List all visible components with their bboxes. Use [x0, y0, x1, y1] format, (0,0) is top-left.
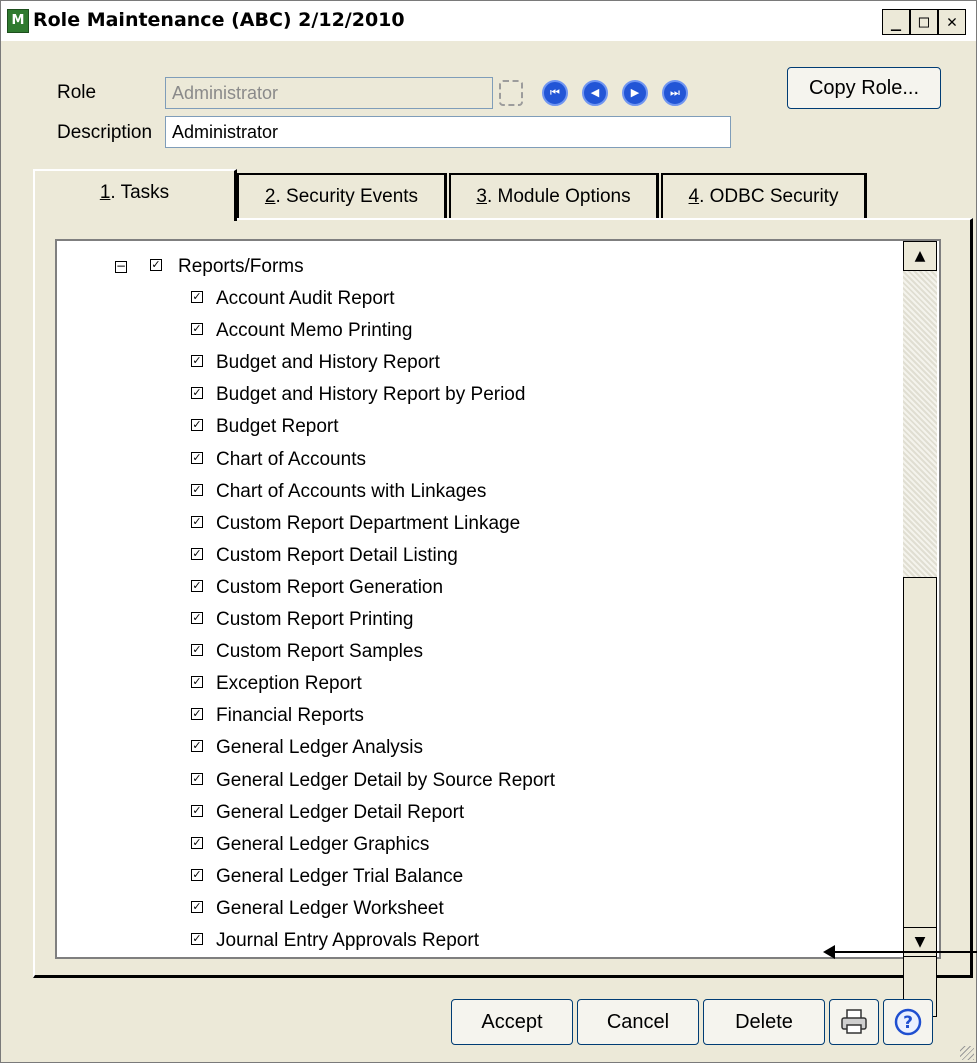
- tree-item-label: Custom Report Detail Listing: [216, 544, 458, 566]
- tab-security-events-hotkey: 2: [264, 186, 276, 207]
- vertical-scrollbar[interactable]: ▲ ▼: [903, 241, 937, 1017]
- checkbox-icon[interactable]: ✓: [191, 804, 203, 817]
- description-label: Description: [57, 122, 153, 143]
- accept-label: Accept: [481, 1011, 543, 1033]
- tree-item-label: Account Audit Report: [216, 288, 395, 309]
- checkbox-icon[interactable]: ✓: [191, 644, 203, 657]
- last-record-icon[interactable]: ⏭: [662, 80, 688, 106]
- first-record-icon[interactable]: ⏮: [542, 80, 568, 106]
- tab-security-events-label: . Security Events: [275, 186, 419, 207]
- tab-tasks[interactable]: 1. Tasks: [33, 169, 237, 221]
- cancel-label: Cancel: [606, 1011, 670, 1033]
- role-label: Role: [57, 82, 97, 103]
- print-button[interactable]: [829, 999, 879, 1045]
- task-tree[interactable]: − ✓ Reports/Forms ✓ Account Audit Report ✓…: [55, 239, 941, 959]
- checkbox-icon[interactable]: ✓: [191, 836, 203, 849]
- annotation-arrow-icon: [823, 945, 835, 959]
- checkbox-icon[interactable]: ✓: [191, 323, 203, 336]
- close-button[interactable]: ✕: [938, 9, 966, 35]
- lookup-icon[interactable]: [499, 80, 523, 106]
- tab-odbc-security-hotkey: 4: [688, 186, 700, 207]
- tree-item-label: General Ledger Worksheet: [216, 897, 444, 919]
- checkbox-icon[interactable]: ✓: [191, 355, 203, 368]
- tree-item-label: Custom Report Printing: [216, 609, 414, 630]
- checkbox-icon[interactable]: ✓: [191, 676, 203, 689]
- tree-item-label: Exception Report: [216, 673, 362, 695]
- app-icon: M: [7, 9, 29, 33]
- collapse-icon[interactable]: −: [115, 260, 127, 273]
- delete-label: Delete: [735, 1011, 793, 1033]
- tab-module-options[interactable]: 3. Module Options: [449, 173, 659, 219]
- tree-item-label: General Ledger Detail by Source Report: [216, 769, 556, 791]
- tree-item-label: Account Memo Printing: [216, 320, 413, 342]
- annotation-arrow-line: [831, 951, 977, 953]
- delete-button[interactable]: Delete: [703, 999, 825, 1045]
- previous-record-icon[interactable]: ◀: [582, 80, 608, 106]
- tree-item-label: Custom Report Generation: [216, 576, 444, 598]
- checkbox-icon[interactable]: ✓: [191, 740, 203, 753]
- checkbox-icon[interactable]: ✓: [191, 612, 203, 624]
- minimize-button[interactable]: _: [882, 9, 910, 35]
- checkbox-icon[interactable]: ✓: [191, 291, 203, 303]
- tab-tasks-hotkey: 1: [99, 182, 111, 203]
- tree-item-label: Journal Entry Approvals Report: [216, 930, 479, 951]
- checkbox-icon[interactable]: ✓: [191, 708, 203, 721]
- svg-text:?: ?: [903, 1013, 913, 1033]
- next-record-icon[interactable]: ▶: [622, 80, 648, 106]
- maximize-button[interactable]: □: [910, 9, 938, 35]
- scroll-up-button[interactable]: ▲: [903, 241, 937, 271]
- tree-item-label: Budget and History Report: [216, 352, 440, 374]
- tab-module-options-hotkey: 3: [476, 186, 487, 207]
- cancel-button[interactable]: Cancel: [577, 999, 699, 1045]
- tab-tasks-label: . Tasks: [110, 182, 170, 203]
- tab-module-options-label: . Module Options: [486, 186, 631, 207]
- help-button[interactable]: ?: [883, 999, 933, 1045]
- tree-item-label: Financial Reports: [216, 705, 364, 727]
- checkbox-icon[interactable]: ✓: [191, 868, 203, 881]
- checkbox-icon[interactable]: ✓: [191, 387, 203, 400]
- checkbox-icon[interactable]: ✓: [191, 547, 203, 560]
- tab-security-events[interactable]: 2. Security Events: [237, 173, 447, 219]
- checkbox-icon[interactable]: ✓: [191, 772, 203, 785]
- tree-parent-label: Reports/Forms: [178, 256, 304, 277]
- role-maintenance-window: M Role Maintenance (ABC) 2/12/2010 _ □ ✕…: [0, 0, 977, 1063]
- checkbox-icon[interactable]: ✓: [191, 419, 203, 432]
- tree-item-label: Budget Report: [216, 416, 339, 438]
- tab-odbc-security[interactable]: 4. ODBC Security: [661, 173, 867, 219]
- tree-item-label: General Ledger Detail Report: [216, 801, 465, 823]
- tree-item-label: Chart of Accounts with Linkages: [216, 480, 487, 502]
- checkbox-icon[interactable]: ✓: [191, 579, 203, 592]
- tree-item-label: Custom Report Department Linkage: [216, 512, 521, 534]
- tree-item-label: General Ledger Analysis: [216, 737, 424, 759]
- role-field[interactable]: Administrator: [165, 77, 493, 109]
- tree-item-label: Custom Report Samples: [216, 641, 423, 663]
- tab-odbc-security-label: . ODBC Security: [699, 186, 839, 207]
- checkbox-icon[interactable]: ✓: [150, 259, 162, 271]
- tree-item-label: General Ledger Graphics: [216, 833, 430, 855]
- checkbox-icon[interactable]: ✓: [191, 900, 203, 913]
- copy-role-button[interactable]: Copy Role...: [787, 67, 941, 109]
- printer-icon: [841, 1009, 867, 1034]
- checkbox-icon[interactable]: ✓: [191, 515, 203, 528]
- window-title: Role Maintenance (ABC) 2/12/2010: [33, 9, 405, 31]
- tree-item-label: Chart of Accounts: [216, 448, 366, 470]
- tree-item-label: General Ledger Trial Balance: [216, 865, 464, 887]
- help-icon: ?: [894, 1008, 922, 1036]
- title-bar: M Role Maintenance (ABC) 2/12/2010 _ □ ✕: [1, 1, 976, 41]
- checkbox-icon[interactable]: ✓: [191, 933, 203, 945]
- description-field[interactable]: Administrator: [165, 116, 731, 148]
- resize-grip[interactable]: [960, 1046, 974, 1060]
- checkbox-icon[interactable]: ✓: [191, 483, 203, 496]
- checkbox-icon[interactable]: ✓: [191, 451, 203, 464]
- accept-button[interactable]: Accept: [451, 999, 573, 1045]
- tree-item-label: Budget and History Report by Period: [216, 384, 526, 406]
